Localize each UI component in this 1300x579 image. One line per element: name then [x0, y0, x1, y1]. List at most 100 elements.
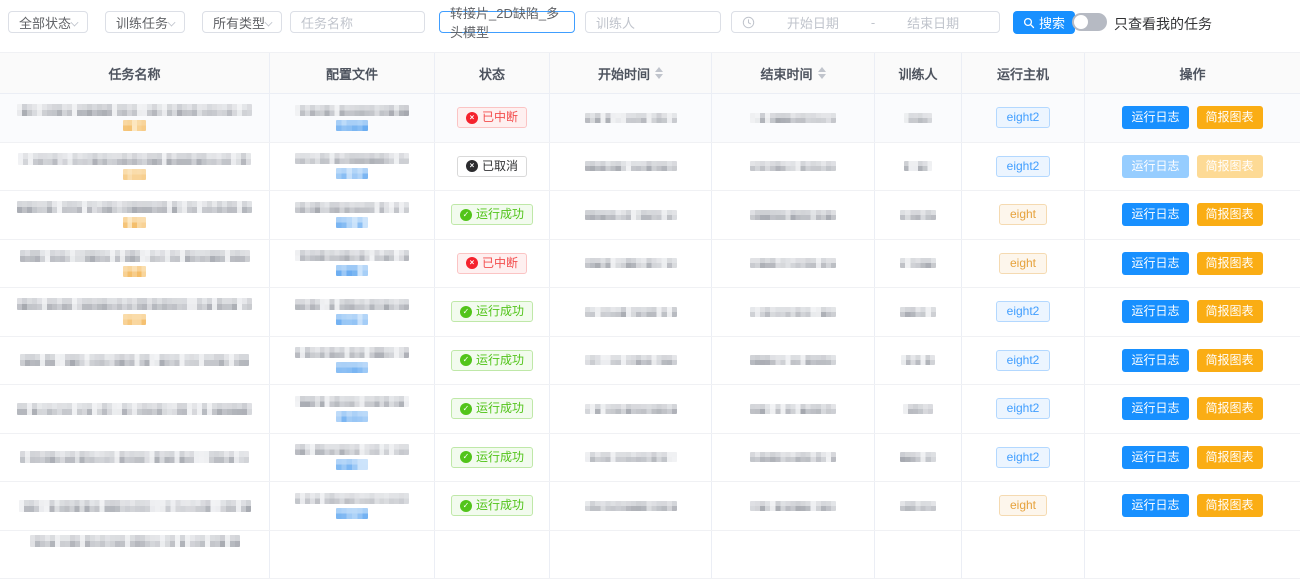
- col-config-file: 配置文件: [270, 53, 435, 93]
- host-tag: eight2: [996, 301, 1051, 322]
- check-circle-icon: ✓: [460, 306, 472, 318]
- redacted-task-name: [20, 354, 249, 366]
- redacted-trainer-name: [903, 404, 933, 414]
- host-tag: eight2: [996, 107, 1051, 128]
- host-cell: eight2: [962, 385, 1085, 433]
- check-circle-icon: ✓: [460, 451, 472, 463]
- report-chart-button[interactable]: 简报图表: [1197, 252, 1263, 275]
- col-host: 运行主机: [962, 53, 1085, 93]
- trainer-input[interactable]: 训练人: [585, 11, 721, 33]
- host-cell: eight: [962, 482, 1085, 530]
- end-time-cell: [712, 191, 875, 239]
- start-time-cell: [550, 94, 712, 142]
- col-start-time[interactable]: 开始时间: [550, 53, 712, 93]
- start-date-placeholder: 开始日期: [757, 13, 869, 32]
- run-log-button[interactable]: 运行日志: [1122, 349, 1188, 372]
- redacted-end-time: [750, 307, 836, 317]
- config-file-link[interactable]: [336, 459, 368, 470]
- end-time-cell: [712, 94, 875, 142]
- status-filter-select[interactable]: 全部状态: [8, 11, 88, 33]
- config-file-cell: [270, 240, 435, 288]
- col-actions-label: 操作: [1179, 64, 1205, 83]
- config-file-cell: [270, 531, 435, 579]
- actions-cell: 运行日志简报图表: [1085, 143, 1300, 191]
- trainer-cell: [875, 337, 962, 385]
- date-range-picker[interactable]: 开始日期 - 结束日期: [731, 11, 1000, 33]
- redacted-trainer-name: [900, 258, 936, 268]
- config-file-link[interactable]: [336, 508, 368, 519]
- config-file-link[interactable]: [336, 411, 368, 422]
- report-chart-button[interactable]: 简报图表: [1197, 446, 1263, 469]
- run-log-button[interactable]: 运行日志: [1122, 397, 1188, 420]
- col-status-label: 状态: [479, 64, 505, 83]
- report-chart-button[interactable]: 简报图表: [1197, 203, 1263, 226]
- actions-cell: [1085, 531, 1300, 579]
- cross-circle-icon: ×: [466, 112, 478, 124]
- task-tag-badge: [123, 314, 146, 325]
- run-log-button[interactable]: 运行日志: [1122, 446, 1188, 469]
- trainer-cell: [875, 288, 962, 336]
- report-chart-button[interactable]: 简报图表: [1197, 349, 1263, 372]
- redacted-start-time: [585, 113, 677, 123]
- trainer-cell: [875, 482, 962, 530]
- sort-carets-icon: [655, 67, 663, 79]
- task-name-cell: [0, 143, 270, 191]
- report-chart-button[interactable]: 简报图表: [1197, 397, 1263, 420]
- report-chart-button[interactable]: 简报图表: [1197, 106, 1263, 129]
- model-name-input[interactable]: 转接片_2D缺陷_多头模型: [439, 11, 575, 33]
- task-name-cell: [0, 191, 270, 239]
- host-cell: eight: [962, 240, 1085, 288]
- status-badge: ✓运行成功: [451, 350, 533, 371]
- host-cell: eight2: [962, 288, 1085, 336]
- config-file-link[interactable]: [336, 217, 368, 228]
- trainer-placeholder: 训练人: [596, 13, 635, 32]
- run-log-button[interactable]: 运行日志: [1122, 203, 1188, 226]
- report-chart-button[interactable]: 简报图表: [1197, 494, 1263, 517]
- status-badge: ✓运行成功: [451, 204, 533, 225]
- run-log-button[interactable]: 运行日志: [1122, 494, 1188, 517]
- redacted-trainer-name: [900, 501, 936, 511]
- report-chart-button[interactable]: 简报图表: [1197, 300, 1263, 323]
- host-tag: eight: [999, 253, 1047, 274]
- category-filter-select[interactable]: 所有类型: [202, 11, 282, 33]
- actions-cell: 运行日志简报图表: [1085, 288, 1300, 336]
- run-log-button[interactable]: 运行日志: [1122, 252, 1188, 275]
- config-file-link[interactable]: [336, 168, 368, 179]
- config-file-link[interactable]: [336, 362, 368, 373]
- report-chart-button[interactable]: 简报图表: [1197, 155, 1263, 178]
- run-log-button[interactable]: 运行日志: [1122, 300, 1188, 323]
- col-end-time[interactable]: 结束时间: [712, 53, 875, 93]
- cross-circle-icon: ×: [466, 257, 478, 269]
- my-tasks-toggle[interactable]: [1072, 13, 1107, 31]
- redacted-start-time: [585, 501, 677, 511]
- redacted-trainer-name: [900, 307, 936, 317]
- redacted-task-name: [20, 451, 249, 463]
- config-file-link[interactable]: [336, 265, 368, 276]
- table-row: ✓运行成功eight运行日志简报图表: [0, 191, 1300, 240]
- status-badge-label: 运行成功: [476, 451, 524, 464]
- run-log-button[interactable]: 运行日志: [1122, 155, 1188, 178]
- start-time-cell: [550, 482, 712, 530]
- redacted-config-name: [295, 299, 409, 310]
- task-type-filter-select[interactable]: 训练任务: [105, 11, 185, 33]
- trainer-cell: [875, 434, 962, 482]
- actions-cell: 运行日志简报图表: [1085, 482, 1300, 530]
- filter-bar: 全部状态 训练任务 所有类型 任务名称 转接片_2D缺陷_多头模型 训练人 开始…: [0, 0, 1300, 52]
- config-file-link[interactable]: [336, 120, 368, 131]
- host-tag: eight2: [996, 398, 1051, 419]
- status-badge: ✓运行成功: [451, 495, 533, 516]
- start-time-cell: [550, 337, 712, 385]
- run-log-button[interactable]: 运行日志: [1122, 106, 1188, 129]
- config-file-link[interactable]: [336, 314, 368, 325]
- chevron-down-icon: [265, 18, 273, 26]
- task-name-input[interactable]: 任务名称: [290, 11, 425, 33]
- host-cell: eight2: [962, 434, 1085, 482]
- search-button[interactable]: 搜索: [1013, 11, 1075, 34]
- redacted-config-name: [295, 493, 409, 504]
- actions-cell: 运行日志简报图表: [1085, 191, 1300, 239]
- actions-cell: 运行日志简报图表: [1085, 385, 1300, 433]
- status-cell: ✓运行成功: [435, 337, 550, 385]
- trainer-cell: [875, 143, 962, 191]
- status-badge: ×已中断: [457, 253, 527, 274]
- redacted-end-time: [750, 404, 836, 414]
